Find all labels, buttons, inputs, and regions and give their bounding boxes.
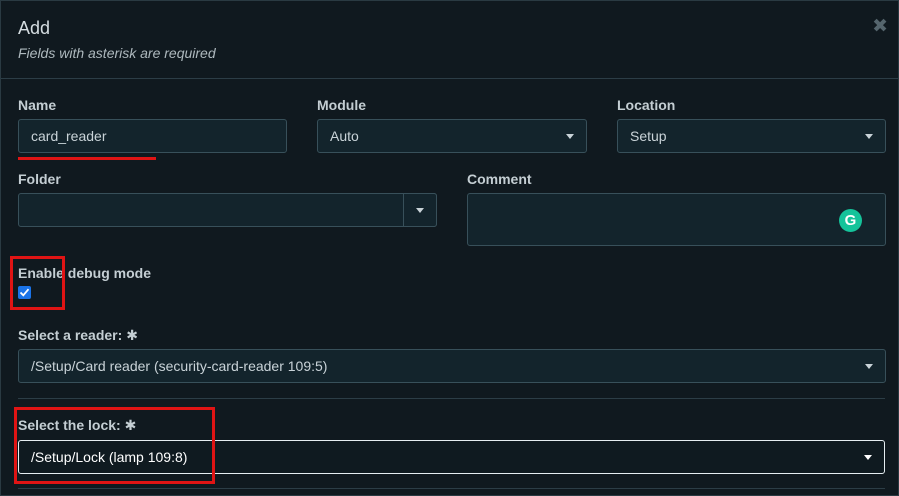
- divider: [18, 398, 885, 399]
- dialog-subtitle: Fields with asterisk are required: [18, 45, 216, 61]
- lock-highlight-box: [14, 407, 215, 484]
- name-label: Name: [18, 97, 57, 113]
- name-highlight-underline: [18, 157, 156, 160]
- reader-select[interactable]: /Setup/Card reader (security-card-reader…: [18, 349, 886, 383]
- divider: [18, 488, 885, 489]
- location-select[interactable]: Setup: [617, 119, 886, 153]
- comment-textarea[interactable]: G: [467, 193, 886, 246]
- reader-label: Select a reader: ✱: [18, 327, 138, 344]
- reader-value: /Setup/Card reader (security-card-reader…: [31, 358, 328, 374]
- chevron-down-icon: [416, 208, 424, 213]
- chevron-down-icon: [566, 134, 574, 139]
- location-label: Location: [617, 97, 676, 113]
- module-label: Module: [317, 97, 366, 113]
- reader-label-text: Select a reader:: [18, 327, 123, 343]
- chevron-down-icon: [864, 455, 872, 460]
- grammarly-icon[interactable]: G: [839, 209, 862, 232]
- asterisk-icon: ✱: [126, 327, 138, 343]
- name-value: card_reader: [31, 128, 107, 144]
- chevron-down-icon: [865, 134, 873, 139]
- folder-label: Folder: [18, 171, 61, 187]
- folder-select[interactable]: [18, 193, 437, 227]
- folder-dropdown-button[interactable]: [403, 193, 437, 227]
- dialog-header: Add Fields with asterisk are required ✖: [1, 1, 898, 79]
- close-icon[interactable]: ✖: [872, 15, 888, 38]
- module-value: Auto: [330, 128, 359, 144]
- comment-label: Comment: [467, 171, 532, 187]
- chevron-down-icon: [865, 364, 873, 369]
- module-select[interactable]: Auto: [317, 119, 587, 153]
- add-dialog: Add Fields with asterisk are required ✖ …: [0, 0, 899, 496]
- name-input[interactable]: card_reader: [18, 119, 287, 153]
- dialog-title: Add: [18, 18, 51, 38]
- debug-highlight-box: [10, 256, 65, 310]
- location-value: Setup: [630, 128, 667, 144]
